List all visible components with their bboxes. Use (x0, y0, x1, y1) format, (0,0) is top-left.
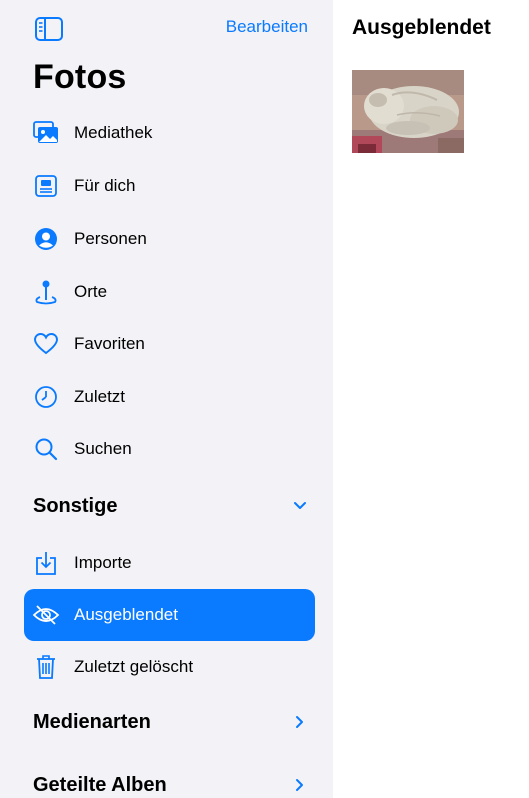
photo-thumbnail[interactable] (352, 70, 464, 153)
sidebar-item-places[interactable]: Orte (24, 266, 315, 318)
chevron-right-icon (293, 715, 307, 729)
sidebar-item-label: Für dich (74, 176, 136, 195)
sidebar-item-label: Zuletzt (74, 387, 126, 406)
sidebar-item-label: Orte (74, 282, 108, 301)
sidebar-title: Fotos (33, 58, 127, 96)
eye-slash-icon (32, 601, 60, 629)
sidebar-item-search[interactable]: Suchen (24, 423, 315, 475)
photo-library-icon (32, 119, 60, 147)
person-circle-icon (32, 225, 60, 253)
map-pin-icon (32, 278, 60, 306)
trash-icon (32, 653, 60, 681)
for-you-icon (32, 172, 60, 200)
sidebar-item-recently-deleted[interactable]: Zuletzt gelöscht (24, 641, 315, 693)
sidebar-icon (35, 17, 63, 41)
sidebar-item-people[interactable]: Personen (24, 213, 315, 265)
photo-image (352, 70, 464, 153)
page-title: Ausgeblendet (352, 16, 491, 39)
sidebar-toggle-button[interactable] (34, 16, 64, 42)
sidebar-item-label: Personen (74, 229, 147, 248)
section-shared-albums-header[interactable]: Geteilte Alben (33, 765, 313, 798)
sidebar-item-recent[interactable]: Zuletzt (24, 371, 315, 423)
sidebar-item-label: Suchen (74, 439, 132, 458)
import-icon (32, 549, 60, 577)
sidebar-item-favorites[interactable]: Favoriten (24, 318, 315, 370)
sidebar-item-library[interactable]: Mediathek (24, 107, 315, 159)
sidebar-item-label: Zuletzt gelöscht (74, 657, 194, 676)
clock-icon (32, 383, 60, 411)
sidebar-item-imports[interactable]: Importe (24, 537, 315, 589)
photos-app: Bearbeiten Fotos Mediathek Für dich Pers… (0, 0, 529, 798)
section-other-header[interactable]: Sonstige (33, 486, 313, 526)
edit-button[interactable]: Bearbeiten (226, 17, 308, 37)
sidebar-item-label: Importe (74, 553, 132, 572)
sidebar-item-for-you[interactable]: Für dich (24, 160, 315, 212)
chevron-down-icon (293, 499, 307, 513)
chevron-right-icon (293, 778, 307, 792)
sidebar-item-hidden[interactable]: Ausgeblendet (24, 589, 315, 641)
section-title: Geteilte Alben (33, 773, 167, 796)
sidebar-item-label: Ausgeblendet (74, 605, 178, 624)
section-title: Sonstige (33, 494, 118, 517)
heart-icon (32, 330, 60, 358)
sidebar-item-label: Favoriten (74, 334, 145, 353)
section-media-types-header[interactable]: Medienarten (33, 702, 313, 742)
sidebar-item-label: Mediathek (74, 123, 153, 142)
section-title: Medienarten (33, 710, 151, 733)
search-icon (32, 435, 60, 463)
sidebar: Bearbeiten Fotos Mediathek Für dich Pers… (0, 0, 333, 798)
